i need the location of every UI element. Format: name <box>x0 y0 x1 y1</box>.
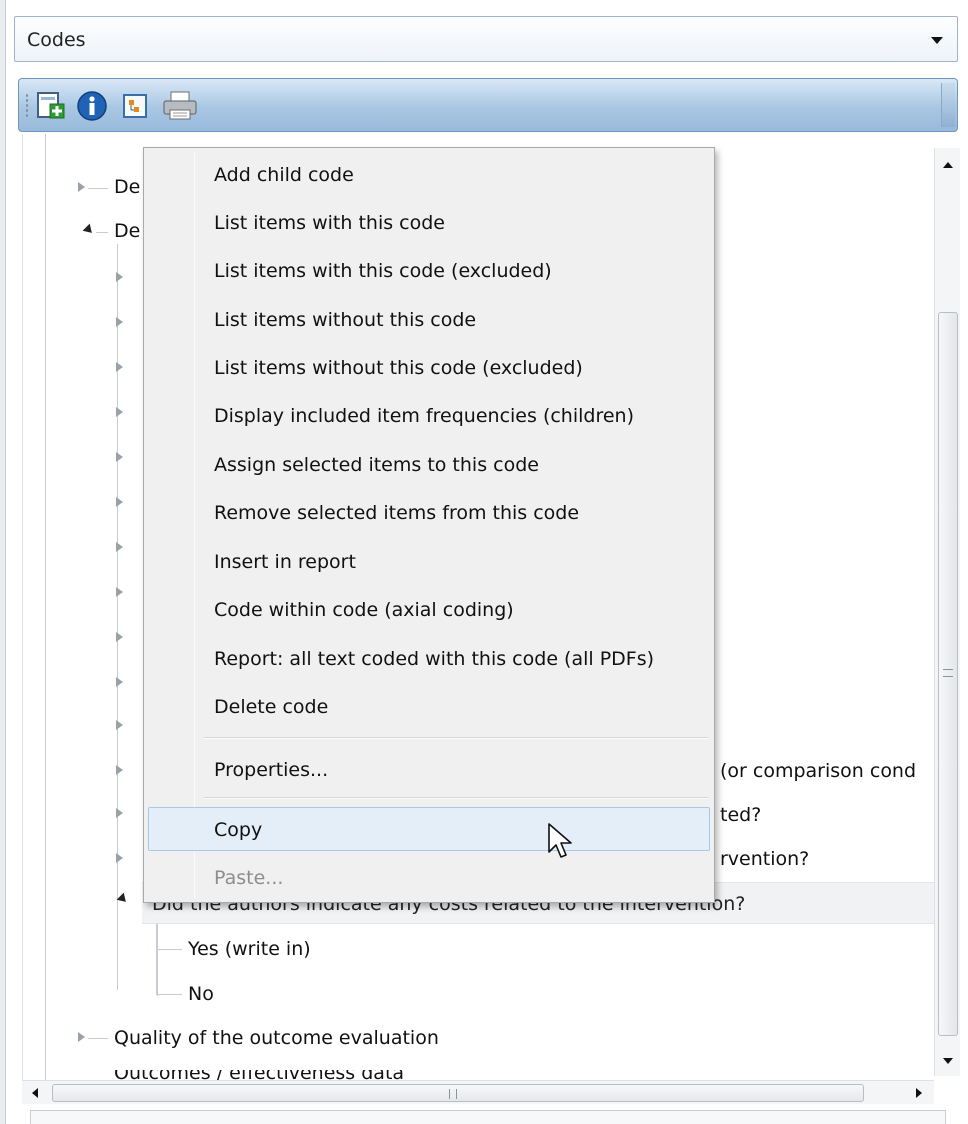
menu-item-axial-coding[interactable]: Code within code (axial coding) <box>148 587 710 631</box>
tree-node-label[interactable]: Yes (write in) <box>188 938 311 960</box>
menu-item-label: Report: all text coded with this code (a… <box>214 648 655 670</box>
tree-connector <box>96 232 108 233</box>
menu-item-remove-selected[interactable]: Remove selected items from this code <box>148 490 710 534</box>
tree-clipped-row: Outcomes / effectiveness data <box>22 1070 934 1080</box>
tree-node-label[interactable]: Quality of the outcome evaluation <box>114 1027 439 1049</box>
menu-item-label: Add child code <box>214 164 354 186</box>
codes-dropdown-label: Codes <box>27 29 86 51</box>
codes-toolbar <box>18 78 958 132</box>
expand-arrow-icon[interactable] <box>116 677 123 687</box>
expand-arrow-icon[interactable] <box>116 587 123 597</box>
menu-item-label: Remove selected items from this code <box>214 502 580 524</box>
scroll-grip-icon <box>943 669 953 677</box>
horizontal-scrollbar[interactable] <box>22 1080 934 1104</box>
expand-arrow-icon[interactable] <box>116 720 123 730</box>
menu-separator <box>204 797 708 799</box>
menu-item-label: Display included item frequencies (child… <box>214 405 634 427</box>
menu-item-label: List items with this code (excluded) <box>214 260 552 282</box>
menu-item-list-items-without-code[interactable]: List items without this code <box>148 297 710 341</box>
menu-item-delete-code[interactable]: Delete code <box>148 684 710 728</box>
status-strip <box>30 1110 946 1124</box>
menu-item-label: List items with this code <box>214 212 445 234</box>
scroll-down-icon[interactable] <box>943 1058 953 1064</box>
scroll-grip-icon <box>449 1089 457 1099</box>
tree-node-label[interactable]: De <box>114 176 140 198</box>
menu-item-label: Code within code (axial coding) <box>214 599 514 621</box>
tree-connector <box>88 1038 108 1039</box>
menu-item-list-items-with-code-excluded[interactable]: List items with this code (excluded) <box>148 248 710 292</box>
expand-arrow-icon[interactable] <box>116 632 123 642</box>
menu-item-label: Delete code <box>214 696 329 718</box>
toolbar-overflow[interactable] <box>941 83 955 127</box>
menu-item-label: List items without this code (excluded) <box>214 357 583 379</box>
expand-arrow-icon[interactable] <box>116 362 123 372</box>
menu-item-list-items-with-code[interactable]: List items with this code <box>148 200 710 244</box>
menu-item-properties[interactable]: Properties... <box>148 747 710 791</box>
expand-arrow-icon[interactable] <box>116 272 123 282</box>
tree-node-label[interactable]: No <box>188 983 214 1005</box>
expand-arrow-icon[interactable] <box>116 808 123 818</box>
context-menu: Add child code List items with this code… <box>143 147 715 903</box>
expand-arrow-icon[interactable] <box>116 452 123 462</box>
menu-item-label: Paste... <box>214 867 284 889</box>
toolbar-grip[interactable] <box>25 93 29 119</box>
menu-item-assign-selected[interactable]: Assign selected items to this code <box>148 442 710 486</box>
menu-item-label: Copy <box>214 819 263 841</box>
vertical-scroll-thumb[interactable] <box>938 312 958 1036</box>
expand-arrow-icon[interactable] <box>116 765 123 775</box>
tree-guide-line <box>156 924 157 994</box>
menu-item-display-frequencies[interactable]: Display included item frequencies (child… <box>148 393 710 437</box>
chevron-down-icon[interactable] <box>931 37 943 44</box>
expand-arrow-icon[interactable] <box>78 1032 85 1042</box>
menu-item-paste[interactable]: Paste... <box>148 855 710 899</box>
menu-item-copy[interactable]: Copy <box>148 807 710 851</box>
expand-arrow-icon[interactable] <box>116 542 123 552</box>
print-icon[interactable] <box>161 89 197 123</box>
horizontal-scroll-thumb[interactable] <box>52 1084 864 1102</box>
menu-item-label: List items without this code <box>214 309 477 331</box>
tree-connector <box>156 949 182 950</box>
menu-item-add-child-code[interactable]: Add child code <box>148 152 710 196</box>
menu-item-report-all-text[interactable]: Report: all text coded with this code (a… <box>148 636 710 680</box>
code-tree-icon[interactable] <box>119 89 153 123</box>
expand-arrow-icon[interactable] <box>116 317 123 327</box>
info-icon[interactable] <box>75 89 109 123</box>
codes-window: Codes De De (or comparison cond ted? rve… <box>0 0 968 1124</box>
codes-dropdown[interactable]: Codes <box>14 16 958 62</box>
menu-item-label: Insert in report <box>214 551 356 573</box>
expand-arrow-icon[interactable] <box>78 182 85 192</box>
tree-node-label[interactable]: ted? <box>720 804 761 826</box>
add-code-icon[interactable] <box>35 89 69 123</box>
menu-item-insert-in-report[interactable]: Insert in report <box>148 539 710 583</box>
menu-item-label: Assign selected items to this code <box>214 454 539 476</box>
menu-item-list-items-without-code-excluded[interactable]: List items without this code (excluded) <box>148 345 710 389</box>
tree-node-label[interactable]: rvention? <box>720 848 809 870</box>
expand-arrow-icon[interactable] <box>116 407 123 417</box>
scroll-left-icon[interactable] <box>32 1088 38 1098</box>
tree-node-label[interactable]: De <box>114 220 140 242</box>
tree-guide-line <box>45 134 46 1080</box>
tree-connector <box>88 188 108 189</box>
window-left-border <box>0 0 6 1124</box>
tree-node-label[interactable]: Outcomes / effectiveness data <box>114 1070 404 1080</box>
expand-arrow-icon[interactable] <box>116 497 123 507</box>
vertical-scrollbar[interactable] <box>934 148 960 1076</box>
tree-node-label[interactable]: (or comparison cond <box>720 760 916 782</box>
mouse-cursor-icon <box>546 822 576 862</box>
menu-item-label: Properties... <box>214 759 329 781</box>
tree-connector <box>156 994 182 995</box>
scroll-up-icon[interactable] <box>943 162 953 168</box>
expand-arrow-icon[interactable] <box>116 853 123 863</box>
menu-separator <box>204 737 708 739</box>
tree-guide-line <box>117 244 118 990</box>
scroll-right-icon[interactable] <box>916 1088 922 1098</box>
